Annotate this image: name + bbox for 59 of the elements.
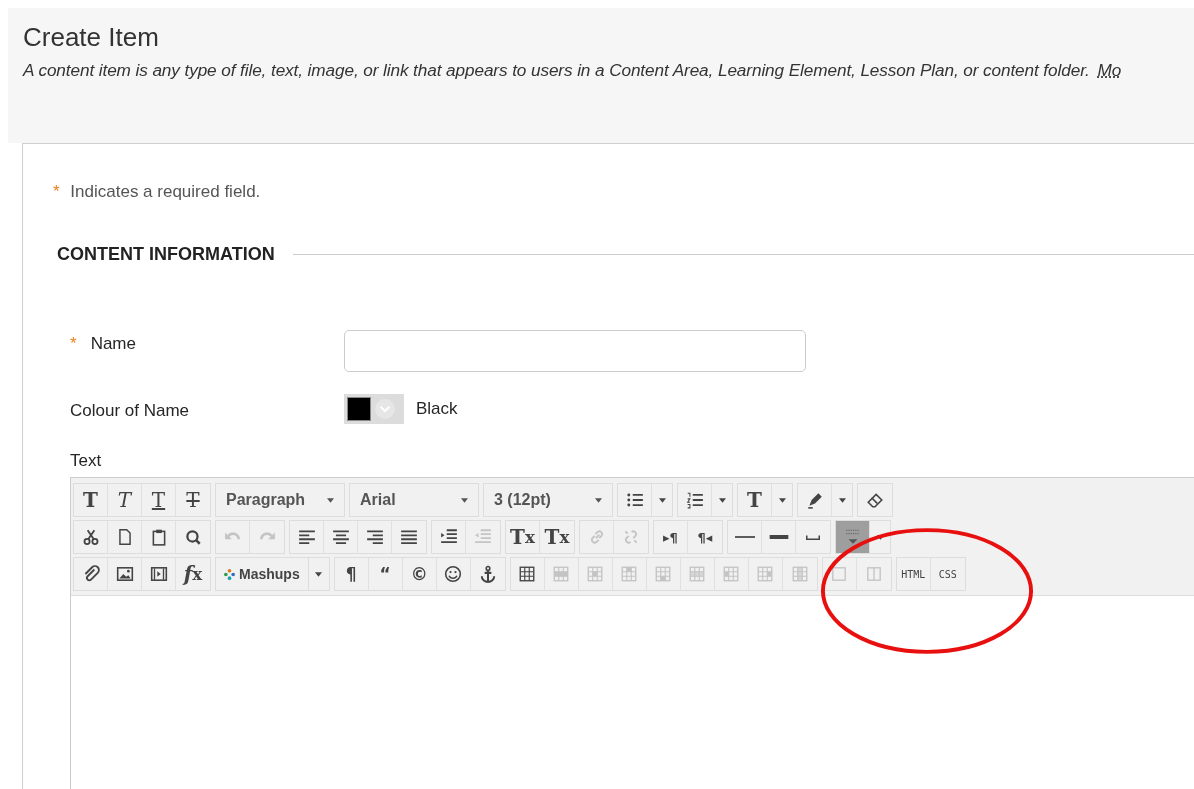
dots-icon bbox=[224, 568, 235, 580]
required-note: Indicates a required field. bbox=[70, 182, 261, 201]
caret-icon bbox=[718, 497, 726, 503]
outdent-icon bbox=[474, 528, 492, 546]
table-icon bbox=[790, 565, 809, 583]
field-label: Colour of Name bbox=[70, 401, 190, 421]
caret-icon bbox=[838, 497, 846, 503]
anchor-icon bbox=[478, 565, 497, 583]
broken-link-icon bbox=[622, 528, 640, 546]
table-icon bbox=[552, 565, 571, 583]
caret-icon bbox=[315, 571, 323, 577]
field-label: Name bbox=[90, 334, 136, 354]
caret-icon bbox=[327, 497, 334, 503]
page-description: A content item is any type of file, text, image, or link that appears to users in a Content Area, Learning Element, Lesson Plan, or content folder. bbox=[23, 60, 1090, 80]
color-name: Black bbox=[416, 399, 458, 419]
film-icon bbox=[149, 565, 168, 583]
image-icon bbox=[115, 565, 134, 583]
caret-icon bbox=[461, 497, 468, 503]
toolbar-dropdown[interactable]: 3 (12pt) bbox=[483, 483, 613, 517]
space-mark-icon bbox=[806, 534, 820, 540]
eraser-icon bbox=[866, 491, 884, 509]
caret-icon bbox=[778, 497, 786, 503]
color-picker[interactable] bbox=[344, 394, 404, 424]
spellcheck-icon bbox=[843, 528, 862, 546]
toolbar-button[interactable] bbox=[836, 521, 870, 553]
table-icon bbox=[722, 565, 741, 583]
section-title: CONTENT INFORMATION bbox=[57, 244, 275, 265]
bullet-list-icon bbox=[625, 491, 644, 509]
table-icon bbox=[756, 565, 775, 583]
indent-icon bbox=[439, 528, 458, 546]
toolbar-dropdown[interactable]: Paragraph bbox=[215, 483, 345, 517]
align-center-icon bbox=[331, 528, 350, 546]
table-icon bbox=[688, 565, 707, 583]
table-icon bbox=[620, 565, 639, 583]
scissors-icon bbox=[81, 528, 100, 546]
name-input[interactable] bbox=[344, 330, 806, 372]
split-cell-icon bbox=[864, 565, 883, 583]
thick-line-icon bbox=[768, 535, 789, 539]
align-left-icon bbox=[297, 528, 316, 546]
caret-icon bbox=[658, 497, 666, 503]
numbered-list-icon bbox=[685, 491, 704, 509]
table-icon bbox=[518, 565, 537, 583]
table-icon bbox=[654, 565, 673, 583]
caret-icon bbox=[595, 497, 602, 503]
required-marker: * bbox=[53, 182, 60, 201]
page-title: Create Item bbox=[23, 22, 160, 53]
chevron-down-icon bbox=[374, 398, 396, 420]
help-link[interactable]: Mo bbox=[1097, 60, 1122, 80]
required-marker: * bbox=[70, 334, 77, 354]
smiley-icon bbox=[444, 565, 463, 583]
justify-icon bbox=[400, 528, 418, 546]
field-label: Text bbox=[70, 451, 102, 470]
search-icon bbox=[184, 528, 202, 546]
square-icon bbox=[830, 565, 849, 583]
highlighter-icon bbox=[805, 491, 824, 509]
table-icon bbox=[586, 565, 605, 583]
align-right-icon bbox=[365, 528, 384, 546]
thin-line-icon bbox=[734, 536, 755, 538]
toolbar-dropdown[interactable]: Arial bbox=[349, 483, 479, 517]
